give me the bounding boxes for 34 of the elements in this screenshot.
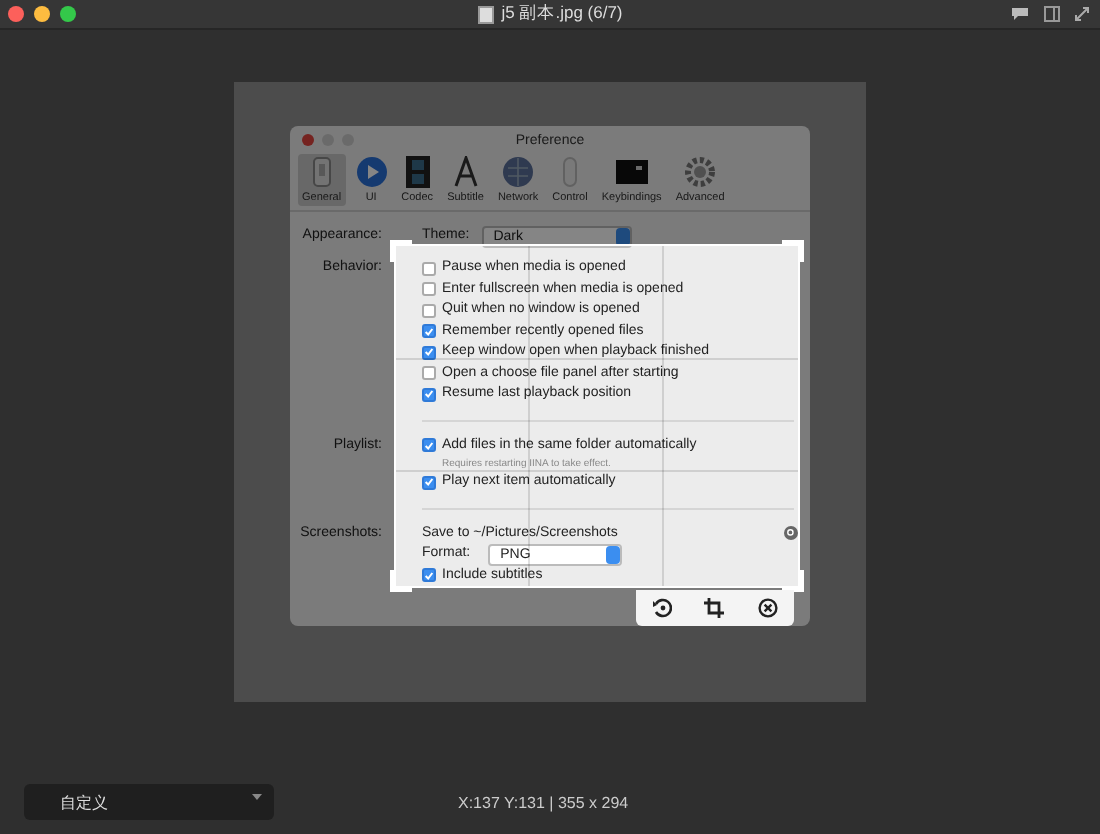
checkbox[interactable] xyxy=(422,568,436,583)
preset-dropdown[interactable]: 自定义 xyxy=(24,784,274,820)
crop-icon[interactable] xyxy=(704,598,725,618)
codec-tab-icon xyxy=(401,156,434,188)
selection-info: X:137 Y:131 | 355 x 294 xyxy=(458,793,629,811)
zoom-button[interactable] xyxy=(60,6,76,22)
ui-tab-icon xyxy=(355,156,388,188)
keybindings-tab-icon xyxy=(615,156,648,188)
crop-handle[interactable] xyxy=(390,570,412,592)
search-icon[interactable] xyxy=(784,526,798,541)
checkbox[interactable] xyxy=(422,261,436,276)
close-icon[interactable] xyxy=(757,598,778,618)
chat-bubble-icon[interactable] xyxy=(1010,6,1030,22)
sidebar-icon[interactable] xyxy=(1044,6,1060,22)
checkbox[interactable] xyxy=(422,475,436,490)
minimize-button[interactable] xyxy=(34,6,50,22)
caret-icon xyxy=(252,794,262,800)
checkbox[interactable] xyxy=(422,438,436,453)
advanced-tab-icon xyxy=(684,156,717,188)
subtitle-tab-icon xyxy=(449,156,482,188)
network-tab-icon xyxy=(502,156,535,188)
checkbox[interactable] xyxy=(422,345,436,360)
checkbox[interactable] xyxy=(422,387,436,402)
image-file-icon xyxy=(477,5,494,23)
expand-icon[interactable] xyxy=(1074,6,1090,22)
crop-handle[interactable] xyxy=(390,240,412,262)
checkbox[interactable] xyxy=(422,282,436,297)
close-button[interactable] xyxy=(8,6,24,22)
checkbox[interactable] xyxy=(422,366,436,381)
window-title: j5 副本.jpg (6/7) xyxy=(501,2,623,26)
checkbox[interactable] xyxy=(422,324,436,339)
rotate-icon[interactable] xyxy=(652,598,673,618)
crop-handle[interactable] xyxy=(782,240,804,262)
checkbox[interactable] xyxy=(422,303,436,318)
